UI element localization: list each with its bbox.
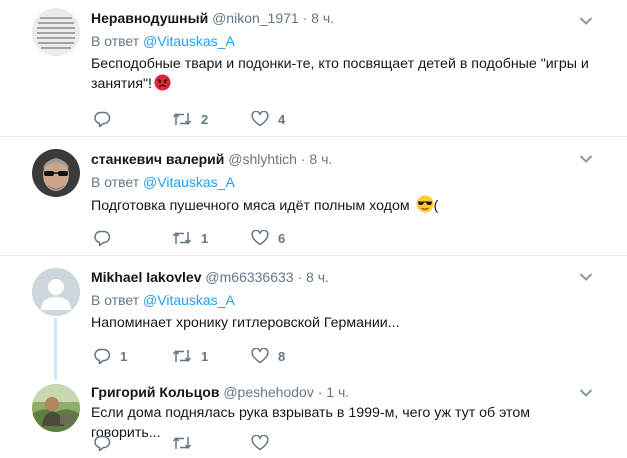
reply-prefix: В ответ (91, 292, 140, 308)
tweet-text-tail: ( (433, 198, 439, 214)
tweet-header: станкевич валерий @shlyhtich · 8 ч. (91, 150, 597, 168)
tweet-1[interactable]: Неравнодушный @nikon_1971 · 8 ч. В ответ… (0, 0, 627, 136)
avatar-image-text[interactable] (32, 8, 80, 56)
like-count: 4 (278, 111, 286, 127)
like-count: 6 (278, 230, 286, 246)
like-button[interactable]: 6 (251, 228, 285, 248)
tweet-text-body: Напоминает хронику гитлеровской Германии… (91, 315, 400, 331)
reply-context: В ответ @Vitauskas_A (91, 291, 597, 309)
reply-context: В ответ @Vitauskas_A (91, 32, 597, 50)
heart-icon (251, 348, 269, 364)
tweet-text: Напоминает хронику гитлеровской Германии… (91, 313, 597, 333)
like-button[interactable]: 4 (251, 109, 285, 129)
tweet-text-body: Подготовка пушечного мяса идёт полным хо… (91, 198, 410, 214)
like-count: 8 (278, 348, 286, 364)
display-name[interactable]: станкевич валерий (91, 151, 224, 167)
tweet-header: Григорий Кольцов @peshehodov · 1 ч. (91, 383, 597, 401)
avatar-photo[interactable] (32, 149, 80, 197)
separator-dot: · (300, 151, 306, 167)
tweet-header: Неравнодушный @nikon_1971 · 8 ч. (91, 9, 597, 27)
retweet-button[interactable]: 2 (172, 109, 208, 129)
chevron-down-icon[interactable] (579, 272, 593, 282)
reply-context: В ответ @Vitauskas_A (91, 173, 597, 191)
tweet-2[interactable]: станкевич валерий @shlyhtich · 8 ч. В от… (0, 137, 627, 255)
retweet-count: 1 (201, 230, 209, 246)
chevron-down-icon[interactable] (579, 388, 593, 398)
separator-dot: · (317, 384, 323, 400)
heart-icon (251, 230, 269, 246)
timestamp[interactable]: 1 ч. (326, 384, 349, 400)
tweet-text: Подготовка пушечного мяса идёт полным хо… (91, 195, 597, 216)
tweet-4[interactable]: Григорий Кольцов @peshehodov · 1 ч. Если… (0, 374, 627, 458)
tweet-text-body: Если дома поднялась рука взрывать в 1999… (91, 405, 531, 441)
reply-icon (94, 230, 111, 246)
reply-prefix: В ответ (91, 174, 140, 190)
retweet-icon (172, 350, 192, 362)
retweet-icon (172, 232, 192, 244)
display-name[interactable]: Григорий Кольцов (91, 384, 219, 400)
reply-icon (94, 435, 111, 451)
reply-icon (94, 111, 111, 127)
angry-face-emoji (154, 74, 171, 91)
reply-to-link[interactable]: @Vitauskas_A (143, 292, 235, 308)
retweet-button[interactable]: 1 (172, 346, 208, 366)
user-handle[interactable]: @m66336633 (205, 269, 293, 285)
timestamp[interactable]: 8 ч. (306, 269, 329, 285)
tweet-text: Если дома поднялась рука взрывать в 1999… (91, 403, 597, 443)
retweet-count: 1 (201, 348, 209, 364)
reply-to-link[interactable]: @Vitauskas_A (143, 174, 235, 190)
chevron-down-icon[interactable] (579, 16, 593, 26)
reply-prefix: В ответ (91, 33, 140, 49)
tweet-3[interactable]: Mikhael Iakovlev @m66336633 · 8 ч. В отв… (0, 256, 627, 374)
reply-to-link[interactable]: @Vitauskas_A (143, 33, 235, 49)
retweet-button[interactable]: 1 (172, 228, 208, 248)
default-avatar[interactable] (32, 268, 80, 316)
heart-icon (251, 111, 269, 127)
like-button[interactable]: 8 (251, 346, 285, 366)
reply-count: 1 (120, 348, 128, 364)
user-handle[interactable]: @shlyhtich (228, 151, 297, 167)
avatar-photo[interactable] (32, 384, 80, 432)
retweet-count: 2 (201, 111, 209, 127)
reply-button[interactable] (93, 109, 120, 129)
user-handle[interactable]: @peshehodov (223, 384, 314, 400)
timestamp[interactable]: 8 ч. (311, 10, 334, 26)
separator-dot: · (302, 10, 308, 26)
heart-icon (251, 435, 269, 451)
sunglasses-face-emoji (416, 195, 434, 213)
retweet-button[interactable] (172, 433, 201, 453)
timestamp[interactable]: 8 ч. (309, 151, 332, 167)
display-name[interactable]: Неравнодушный (91, 10, 208, 26)
reply-icon (94, 348, 111, 364)
display-name[interactable]: Mikhael Iakovlev (91, 269, 202, 285)
reply-button[interactable] (93, 228, 120, 248)
user-handle[interactable]: @nikon_1971 (212, 10, 299, 26)
tweet-header: Mikhael Iakovlev @m66336633 · 8 ч. (91, 268, 597, 286)
retweet-icon (172, 437, 192, 449)
like-button[interactable] (251, 433, 278, 453)
reply-button[interactable]: 1 (93, 346, 127, 366)
retweet-icon (172, 113, 192, 125)
tweet-text: Бесподобные твари и подонки-те, кто посв… (91, 54, 597, 94)
chevron-down-icon[interactable] (579, 154, 593, 164)
separator-dot: · (297, 269, 303, 285)
reply-button[interactable] (93, 433, 120, 453)
